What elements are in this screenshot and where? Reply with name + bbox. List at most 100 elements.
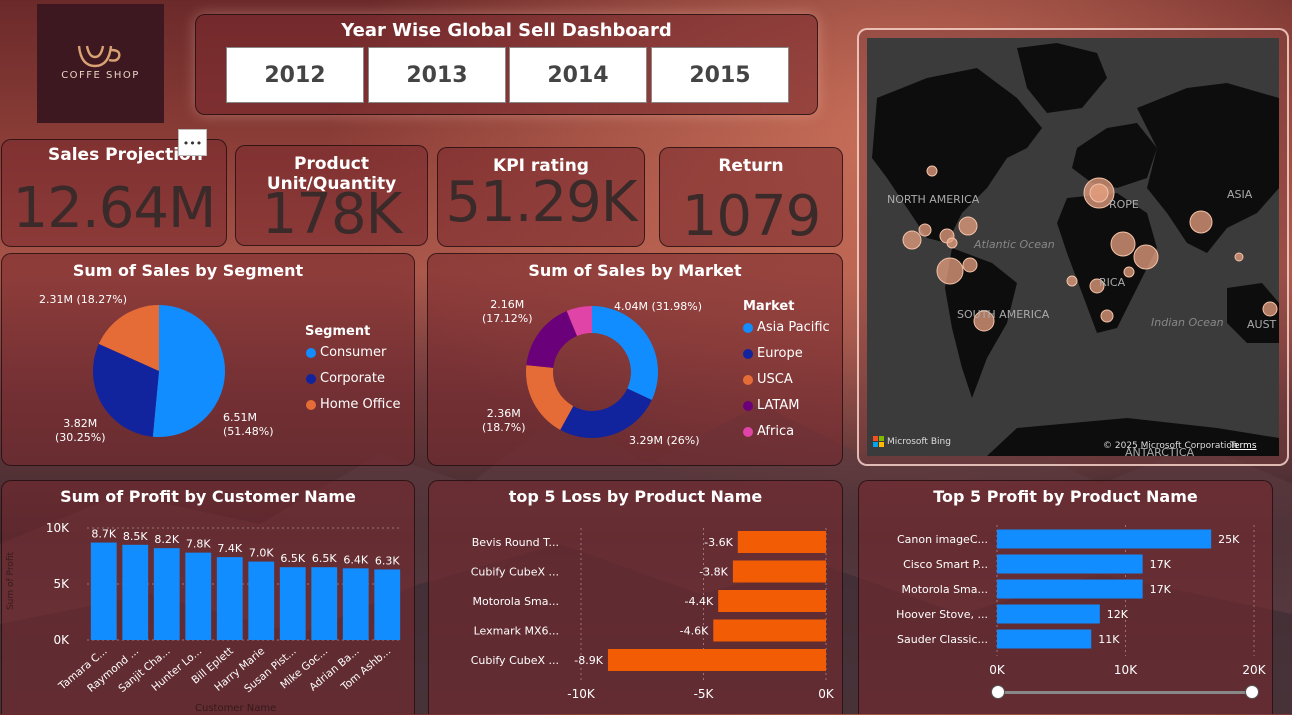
legend-item-corporate[interactable]: Corporate — [306, 371, 385, 386]
bar-value-label: 6.5K — [312, 552, 337, 565]
bar-value-label: 8.2K — [154, 533, 179, 546]
year-button-2014[interactable]: 2014 — [509, 47, 647, 103]
legend-label: Consumer — [320, 345, 387, 360]
pie-label-corporate: 3.82M (30.25%) — [55, 417, 106, 444]
profit-products-bar-chart[interactable]: 0K 10K 20K Canon imageC... 25K Cisco Smart P.… — [859, 481, 1274, 715]
map-bubble[interactable] — [1123, 266, 1135, 278]
map-bubble[interactable] — [918, 223, 932, 237]
map-bubble[interactable] — [946, 237, 958, 249]
map-bubble[interactable] — [1189, 210, 1213, 234]
donut-label-europe: 3.29M (26%) — [629, 434, 700, 447]
bar-cisco-smart-p[interactable] — [997, 554, 1143, 574]
bar-cubify-cubex[interactable] — [607, 649, 826, 671]
bar-value-label: 7.4K — [217, 542, 242, 555]
bar-bill-eplett[interactable] — [216, 557, 243, 640]
bar-value-label: 11K — [1098, 633, 1120, 646]
profit-products-panel: Top 5 Profit by Product Name 0K 10K 20K Can… — [858, 480, 1273, 714]
bar-hunter-lo[interactable] — [185, 552, 212, 640]
bar-value-label: -4.6K — [680, 625, 709, 638]
kpi-value: 12.64M — [12, 176, 217, 241]
year-button-2015[interactable]: 2015 — [651, 47, 789, 103]
map-bubble[interactable] — [902, 230, 922, 250]
map-bubble[interactable] — [936, 257, 964, 285]
bar-value-label: -3.8K — [699, 566, 728, 579]
legend-marker — [743, 322, 753, 333]
slice-europe[interactable] — [560, 388, 652, 438]
year-button-2013[interactable]: 2013 — [368, 47, 506, 103]
kpi-card-product-quantity[interactable]: Product Unit/Quantity 178K — [235, 145, 428, 247]
legend-label: Asia Pacific — [757, 320, 830, 335]
bar-value-label: 25K — [1218, 533, 1240, 546]
bar-hoover-stove[interactable] — [997, 604, 1100, 624]
map-terms-link[interactable]: Terms — [1230, 441, 1257, 451]
slider-handle-max[interactable] — [1245, 685, 1259, 699]
bar-mike-goc[interactable] — [311, 567, 338, 640]
bar-tamara-c[interactable] — [90, 542, 117, 640]
logo-tile: COFFE SHOP — [37, 4, 164, 123]
segment-chart-title: Sum of Sales by Segment — [72, 261, 304, 280]
legend-item-usca[interactable]: USCA — [743, 372, 793, 387]
bar-susan-pist[interactable] — [279, 567, 306, 640]
map-bubble[interactable] — [1234, 252, 1244, 262]
map-bubble[interactable] — [1133, 244, 1159, 270]
bar-value-label: -3.6K — [704, 536, 733, 549]
y-tick-label: Motorola Sma... — [473, 595, 560, 608]
more-options-button[interactable]: ••• — [178, 129, 207, 156]
legend-item-africa[interactable]: Africa — [743, 424, 794, 439]
kpi-value: 178K — [261, 182, 403, 247]
segment-legend-title: Segment — [305, 324, 371, 339]
bar-canon-imagec[interactable] — [997, 529, 1212, 549]
bar-lexmark-mx6[interactable] — [713, 619, 826, 642]
bar-motorola-sma[interactable] — [997, 579, 1143, 599]
kpi-card-kpi-rating[interactable]: KPI rating 51.29K — [437, 147, 645, 247]
slice-consumer[interactable] — [152, 305, 226, 437]
market-donut-chart[interactable] — [522, 302, 662, 442]
map-bubble[interactable] — [1110, 231, 1136, 257]
slice-latam[interactable] — [526, 311, 578, 368]
map-bubble[interactable] — [1089, 183, 1109, 203]
legend-item-latam[interactable]: LATAM — [743, 398, 799, 413]
bar-tom-ashb[interactable] — [374, 569, 401, 640]
legend-item-asia-pacific[interactable]: Asia Pacific — [743, 320, 830, 335]
map-bubble[interactable] — [926, 165, 938, 177]
bar-value-label: 6.4K — [343, 553, 368, 566]
pie-label-home-office: 2.31M (18.27%) — [39, 293, 128, 306]
map-bubble[interactable] — [958, 216, 978, 236]
bar-sauder-classic[interactable] — [997, 629, 1092, 649]
y-tick-label: 10K — [46, 521, 70, 535]
bar-harry-marie[interactable] — [248, 561, 275, 640]
legend-label: Home Office — [320, 397, 401, 412]
bar-adrian-ba[interactable] — [342, 568, 369, 640]
x-tick-label: 0K — [818, 687, 835, 701]
legend-item-home-office[interactable]: Home Office — [306, 397, 400, 412]
bar-motorola-sma[interactable] — [718, 590, 826, 612]
year-button-2012[interactable]: 2012 — [226, 47, 364, 103]
loss-products-bar-chart[interactable]: -10K -5K 0K Bevis Round T... -3.6K Cubify Cub… — [429, 481, 844, 715]
legend-item-europe[interactable]: Europe — [743, 346, 803, 361]
kpi-value: 1079 — [681, 184, 822, 249]
legend-marker — [306, 347, 316, 358]
map-label-south-america: SOUTH AMERICA — [957, 308, 1050, 321]
kpi-label: Return — [718, 156, 784, 176]
legend-marker — [306, 399, 316, 410]
map-visual[interactable]: NORTH AMERICA Atlantic Ocean ROPE ASIA R… — [857, 28, 1289, 466]
profit-customer-bar-chart[interactable]: 0K5K10K 8.7KTamara C...8.5KRaymond ...8.2… — [2, 481, 416, 715]
bar-value-label: 8.5K — [123, 530, 148, 543]
slider-handle-min[interactable] — [991, 685, 1005, 699]
map-bubble[interactable] — [1100, 309, 1114, 323]
range-slider[interactable] — [991, 685, 1259, 699]
map-bubble[interactable] — [1262, 301, 1278, 317]
bar-raymond[interactable] — [122, 544, 149, 640]
bar-bevis-round-t[interactable] — [737, 531, 826, 553]
microsoft-logo-icon — [873, 436, 884, 447]
slice-asia-pacific[interactable] — [592, 306, 658, 400]
bar-cubify-cubex[interactable] — [732, 560, 826, 583]
kpi-card-return[interactable]: Return 1079 — [659, 147, 843, 249]
map-bubble[interactable] — [962, 257, 978, 273]
legend-item-consumer[interactable]: Consumer — [306, 345, 386, 360]
y-tick-label: Lexmark MX6... — [474, 625, 559, 638]
map-bubble[interactable] — [1066, 275, 1078, 287]
donut-label-latam: 2.16M (17.12%) — [482, 298, 533, 325]
bar-sanjit-cha[interactable] — [153, 548, 180, 640]
bar-value-label: 17K — [1150, 558, 1172, 571]
